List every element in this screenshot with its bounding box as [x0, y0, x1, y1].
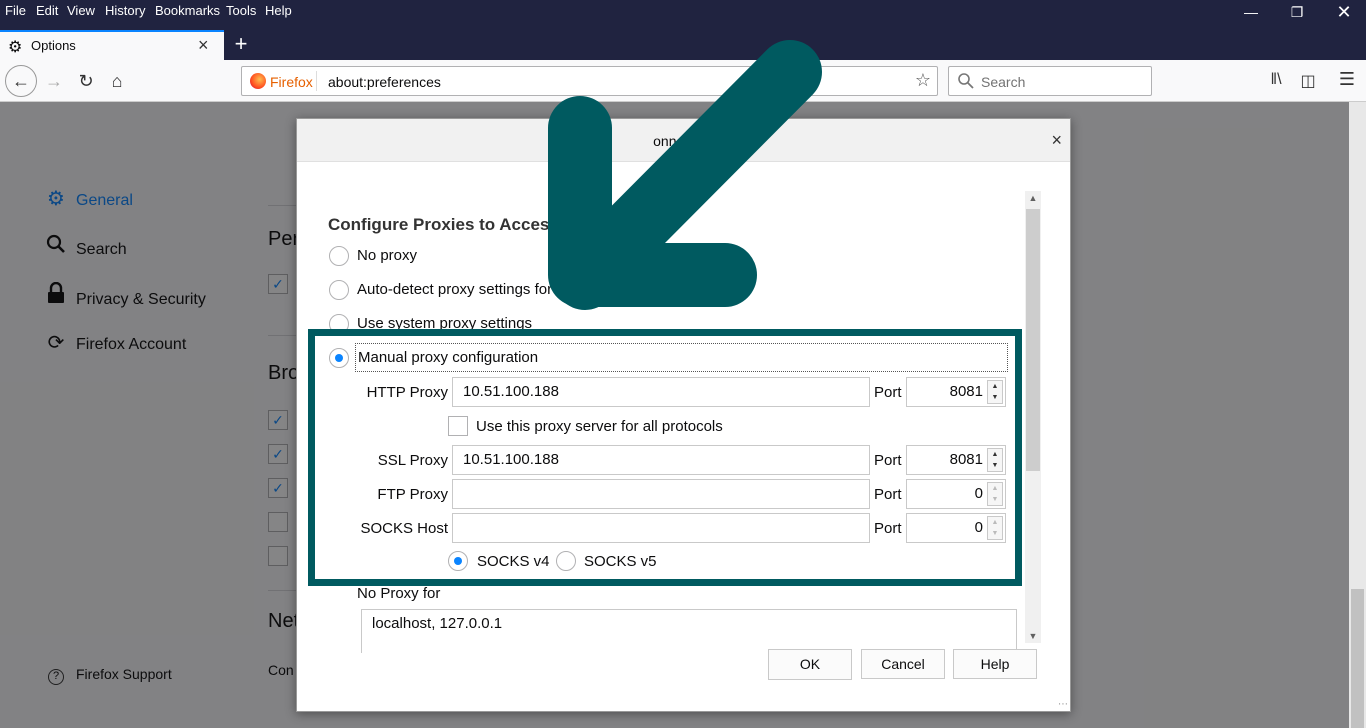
url-text[interactable]: about:preferences [328, 74, 441, 90]
menu-help[interactable]: Help [265, 3, 292, 18]
tab-options[interactable]: ⚙ Options × [0, 30, 224, 60]
firefox-logo-icon [250, 73, 266, 89]
dialog-title: onnection [653, 133, 714, 149]
ok-button[interactable]: OK [768, 649, 852, 680]
reload-icon[interactable]: ↻ [72, 67, 100, 95]
url-bar[interactable]: Firefox about:preferences ☆ [241, 66, 938, 96]
bookmark-star-icon[interactable]: ☆ [915, 70, 931, 91]
auto-detect-label[interactable]: Auto-detect proxy settings for [357, 281, 552, 298]
menu-icon[interactable]: ☰ [1336, 69, 1358, 90]
menu-tools[interactable]: Tools [226, 3, 256, 18]
menu-bar: File Edit View History Bookmarks Tools H… [0, 0, 1366, 30]
page-scrollbar-thumb[interactable] [1351, 589, 1364, 728]
back-icon[interactable]: ← [5, 65, 37, 97]
page-scrollbar[interactable] [1349, 102, 1366, 728]
home-icon[interactable]: ⌂ [103, 67, 131, 95]
tab-strip: ⚙ Options × + [0, 30, 1366, 60]
cancel-button[interactable]: Cancel [861, 649, 945, 679]
auto-detect-radio[interactable] [329, 280, 349, 300]
minimize-icon[interactable]: — [1231, 4, 1271, 20]
menu-file[interactable]: File [5, 3, 26, 18]
nav-bar: ← → ↻ ⌂ Firefox about:preferences ☆ Sear… [0, 60, 1366, 102]
dialog-scrollbar-thumb[interactable] [1026, 209, 1040, 471]
new-tab-icon[interactable]: + [230, 31, 252, 57]
dialog-header: onnection × [297, 119, 1070, 162]
search-placeholder: Search [981, 74, 1026, 90]
gear-icon: ⚙ [8, 39, 23, 56]
search-icon [958, 73, 974, 89]
dialog-scrollbar[interactable]: ▲ ▼ [1025, 191, 1041, 643]
no-proxy-for-label: No Proxy for [357, 585, 441, 602]
identity-label[interactable]: Firefox [270, 74, 313, 90]
no-proxy-radio[interactable] [329, 246, 349, 266]
forward-icon[interactable]: → [40, 67, 68, 95]
resize-grip-icon[interactable]: ⋯ [1058, 699, 1068, 710]
dialog-close-icon[interactable]: × [1051, 130, 1062, 151]
no-proxy-for-textarea[interactable]: localhost, 127.0.0.1 [361, 609, 1017, 653]
section-title: Configure Proxies to Access t [328, 215, 570, 234]
url-separator [316, 71, 317, 91]
help-button[interactable]: Help [953, 649, 1037, 679]
menu-edit[interactable]: Edit [36, 3, 58, 18]
search-bar[interactable]: Search [948, 66, 1152, 96]
menu-view[interactable]: View [67, 3, 95, 18]
scroll-up-icon[interactable]: ▲ [1025, 193, 1041, 203]
sidebar-icon[interactable]: ◫ [1297, 71, 1319, 91]
library-icon[interactable]: ‖\ [1265, 71, 1287, 89]
annotation-highlight-box [308, 329, 1022, 586]
tab-close-icon[interactable]: × [198, 35, 209, 56]
close-window-icon[interactable]: ✕ [1324, 2, 1364, 23]
no-proxy-label[interactable]: No proxy [357, 247, 417, 264]
menu-history[interactable]: History [105, 3, 145, 18]
menu-bookmarks[interactable]: Bookmarks [155, 3, 220, 18]
scroll-down-icon[interactable]: ▼ [1025, 631, 1041, 641]
tab-title: Options [31, 38, 76, 53]
restore-icon[interactable]: ❐ [1277, 4, 1317, 21]
